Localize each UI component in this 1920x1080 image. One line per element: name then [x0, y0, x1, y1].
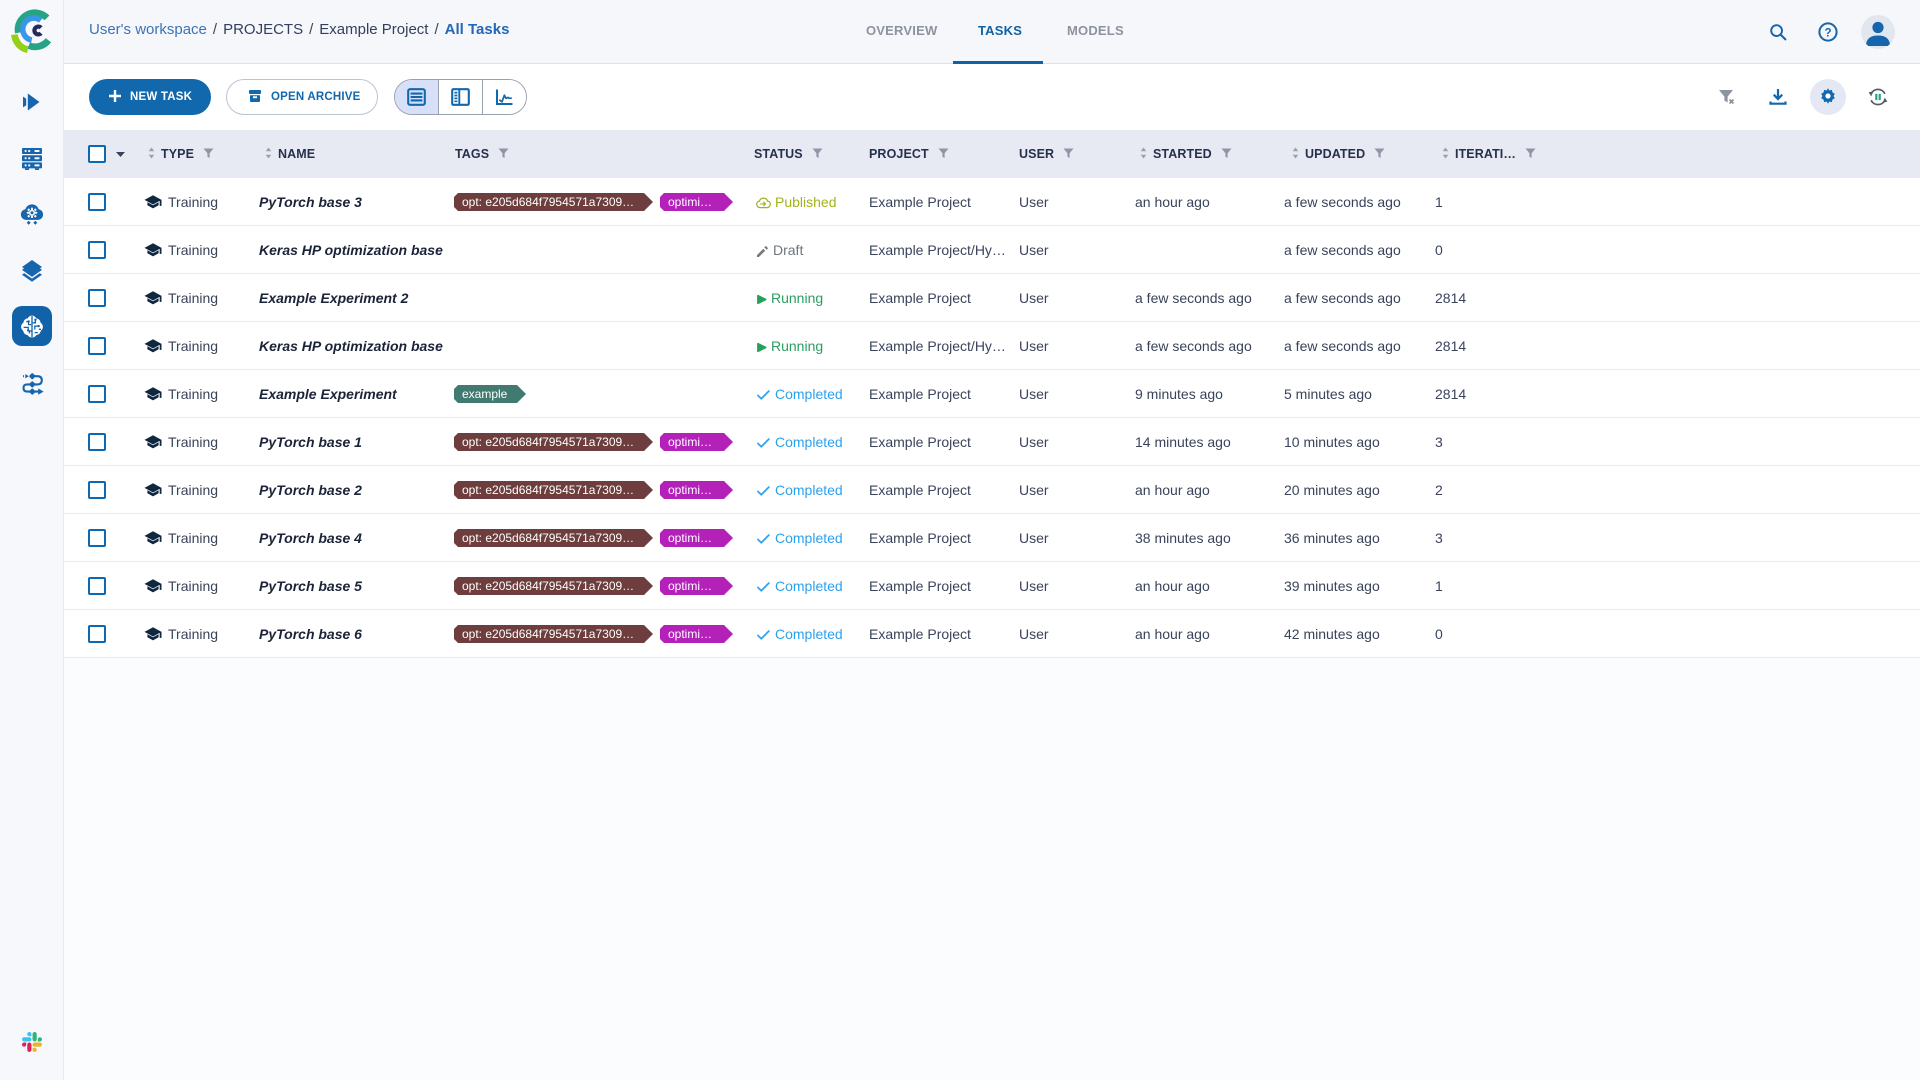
svg-text:?: ?: [1824, 27, 1831, 39]
